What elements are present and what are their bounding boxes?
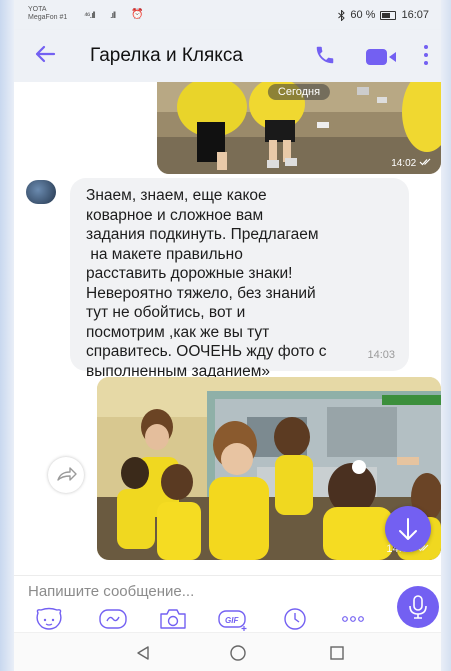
phone-screen: YOTA MegaFon #1 ⁴⁶.ıll .ıll ⏰ 60 % 16:07… [14,0,441,671]
chat-title[interactable]: Гарелка и Клякса [90,45,243,67]
message-input[interactable] [28,579,278,604]
back-arrow-icon[interactable] [34,43,56,70]
bluetooth-icon [338,9,346,21]
status-right: 60 % 16:07 [338,9,429,21]
message-time: 14:03 [367,349,395,361]
battery-icon [380,10,397,20]
voice-message-button[interactable] [397,586,439,628]
svg-text:GIF: GIF [225,616,239,625]
nav-back-icon[interactable] [135,645,151,661]
photo-1-time: 14:02 [391,158,433,169]
share-button[interactable] [48,457,84,493]
arrow-down-icon [399,518,417,540]
nav-recents-icon[interactable] [329,645,345,661]
sticker-icon[interactable] [34,607,64,631]
date-separator: Сегодня [267,84,331,100]
microphone-icon [409,595,427,619]
signal-strength-2: .ıll [110,10,116,20]
text-message-bubble[interactable]: Знаем, знаем, еще какое коварное и сложн… [70,178,409,380]
carrier-sub: MegaFon #1 [28,14,68,21]
camera-icon[interactable] [158,607,188,631]
system-navigation-bar [14,632,441,671]
compose-bar: GIF [14,575,441,633]
photo-message-1[interactable]: Сегодня 14:02 [157,82,441,174]
message-text: Знаем, знаем, еще какое коварное и сложн… [86,187,327,380]
chat-area[interactable]: Сегодня 14:02 Знаем, знаем, еще какое ко… [14,82,441,575]
doodle-icon[interactable] [98,607,128,631]
phone-call-icon[interactable] [314,44,336,66]
background-edge-left [0,0,14,671]
alarm-icon: ⏰ [131,9,144,20]
forward-icon [57,467,77,481]
carrier-info: YOTA MegaFon #1 [28,6,67,22]
gif-icon[interactable]: GIF [217,607,249,631]
status-bar: YOTA MegaFon #1 ⁴⁶.ıll .ıll ⏰ 60 % 16:07 [14,0,441,30]
more-vertical-icon[interactable] [424,45,428,69]
scroll-to-bottom-button[interactable] [385,506,431,552]
timer-icon[interactable] [282,607,308,631]
background-edge-right [441,0,451,671]
status-time: 16:07 [401,9,429,21]
signal-strength-1: ⁴⁶.ıll [84,10,96,20]
chat-header: Гарелка и Клякса [14,30,441,82]
read-checkmarks-icon [419,158,431,166]
video-call-icon[interactable] [366,49,398,65]
more-horizontal-icon[interactable] [339,607,367,631]
carrier-name: YOTA [28,6,47,13]
nav-home-icon[interactable] [229,645,247,661]
battery-percent: 60 % [350,9,376,21]
avatar[interactable] [26,180,56,204]
